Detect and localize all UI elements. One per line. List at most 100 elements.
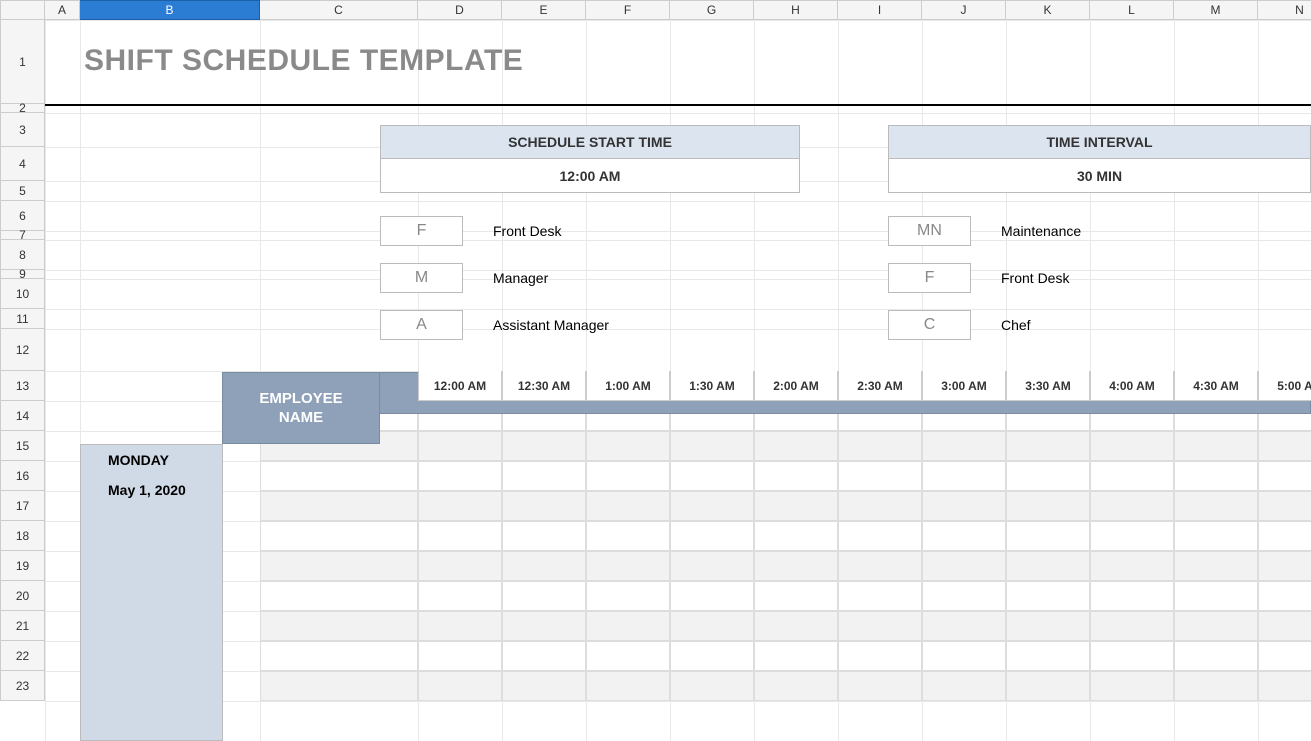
row-header-9[interactable]: 9 [0,270,45,279]
schedule-cell[interactable] [586,611,670,641]
schedule-cell[interactable] [922,521,1006,551]
schedule-cell[interactable] [838,551,922,581]
select-all-corner[interactable] [0,0,45,20]
col-header-N[interactable]: N [1258,0,1311,20]
legend-code[interactable]: MN [888,216,971,246]
schedule-cell[interactable] [1090,641,1174,671]
schedule-cell[interactable] [1174,491,1258,521]
schedule-cell[interactable] [418,641,502,671]
schedule-cell[interactable] [1174,461,1258,491]
row-header-8[interactable]: 8 [0,240,45,270]
schedule-cell[interactable] [418,491,502,521]
schedule-cell[interactable] [1006,521,1090,551]
schedule-cell[interactable] [1006,611,1090,641]
schedule-cell[interactable] [754,521,838,551]
schedule-cell[interactable] [1258,671,1311,701]
row-header-21[interactable]: 21 [0,611,45,641]
schedule-cell[interactable] [1090,461,1174,491]
schedule-cell[interactable] [670,551,754,581]
employee-name-cell[interactable] [260,521,418,551]
schedule-cell[interactable] [586,431,670,461]
schedule-cell[interactable] [670,611,754,641]
schedule-cell[interactable] [922,671,1006,701]
schedule-cell[interactable] [1006,551,1090,581]
col-header-K[interactable]: K [1006,0,1090,20]
schedule-cell[interactable] [418,611,502,641]
schedule-cell[interactable] [586,551,670,581]
schedule-cell[interactable] [1174,641,1258,671]
schedule-cell[interactable] [586,461,670,491]
row-header-6[interactable]: 6 [0,201,45,231]
schedule-cell[interactable] [1090,521,1174,551]
schedule-cell[interactable] [922,461,1006,491]
row-header-11[interactable]: 11 [0,309,45,329]
schedule-cell[interactable] [1174,671,1258,701]
schedule-cell[interactable] [670,671,754,701]
row-header-1[interactable]: 1 [0,20,45,104]
schedule-cell[interactable] [1258,431,1311,461]
row-header-15[interactable]: 15 [0,431,45,461]
schedule-cell[interactable] [838,641,922,671]
row-header-22[interactable]: 22 [0,641,45,671]
col-header-G[interactable]: G [670,0,754,20]
schedule-cell[interactable] [418,671,502,701]
schedule-cell[interactable] [586,671,670,701]
schedule-cell[interactable] [754,491,838,521]
schedule-cell[interactable] [418,551,502,581]
schedule-cell[interactable] [502,551,586,581]
schedule-cell[interactable] [838,581,922,611]
schedule-cell[interactable] [838,491,922,521]
schedule-cell[interactable] [922,611,1006,641]
schedule-cell[interactable] [838,671,922,701]
schedule-cell[interactable] [502,581,586,611]
schedule-cell[interactable] [754,581,838,611]
col-header-F[interactable]: F [586,0,670,20]
schedule-cell[interactable] [838,611,922,641]
col-header-J[interactable]: J [922,0,1006,20]
schedule-cell[interactable] [502,671,586,701]
row-header-23[interactable]: 23 [0,671,45,701]
schedule-cell[interactable] [418,461,502,491]
schedule-cell[interactable] [1258,491,1311,521]
row-header-4[interactable]: 4 [0,147,45,181]
row-header-16[interactable]: 16 [0,461,45,491]
schedule-cell[interactable] [1006,461,1090,491]
schedule-cell[interactable] [1006,641,1090,671]
schedule-cell[interactable] [502,521,586,551]
schedule-cell[interactable] [418,431,502,461]
employee-name-cell[interactable] [260,611,418,641]
schedule-cell[interactable] [754,611,838,641]
schedule-cell[interactable] [1258,461,1311,491]
schedule-cell[interactable] [1174,551,1258,581]
employee-name-cell[interactable] [260,641,418,671]
schedule-cell[interactable] [1174,431,1258,461]
schedule-cell[interactable] [586,581,670,611]
schedule-cell[interactable] [1006,581,1090,611]
schedule-cell[interactable] [1258,611,1311,641]
schedule-cell[interactable] [838,431,922,461]
row-header-20[interactable]: 20 [0,581,45,611]
schedule-cell[interactable] [754,551,838,581]
schedule-cell[interactable] [670,491,754,521]
legend-code[interactable]: M [380,263,463,293]
row-header-13[interactable]: 13 [0,371,45,401]
row-header-18[interactable]: 18 [0,521,45,551]
schedule-cell[interactable] [1090,671,1174,701]
row-header-2[interactable]: 2 [0,104,45,113]
employee-name-cell[interactable] [260,581,418,611]
schedule-cell[interactable] [838,461,922,491]
schedule-cell[interactable] [754,671,838,701]
schedule-cell[interactable] [1174,521,1258,551]
schedule-cell[interactable] [1258,551,1311,581]
row-header-17[interactable]: 17 [0,491,45,521]
schedule-cell[interactable] [1174,581,1258,611]
col-header-E[interactable]: E [502,0,586,20]
schedule-cell[interactable] [670,461,754,491]
schedule-cell[interactable] [670,581,754,611]
schedule-cell[interactable] [502,641,586,671]
row-header-19[interactable]: 19 [0,551,45,581]
schedule-cell[interactable] [1006,431,1090,461]
schedule-cell[interactable] [1006,671,1090,701]
schedule-cell[interactable] [1090,611,1174,641]
schedule-cell[interactable] [922,491,1006,521]
